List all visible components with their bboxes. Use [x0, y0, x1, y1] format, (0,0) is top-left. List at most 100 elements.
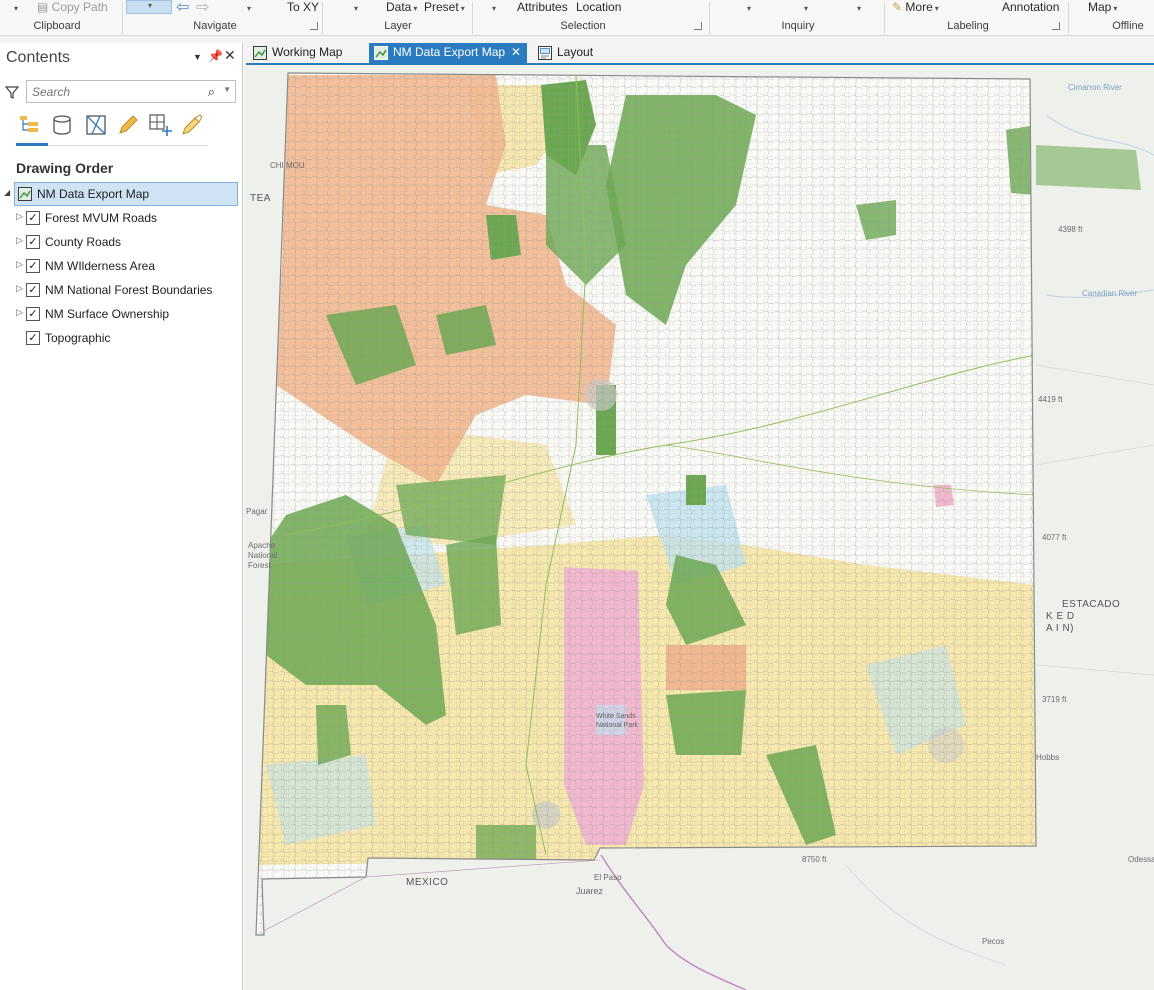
layer-visibility-checkbox[interactable]: ✓ — [26, 283, 40, 297]
search-input[interactable] — [27, 81, 187, 102]
label-canadian-river: Canadian River — [1082, 289, 1138, 298]
navigate-group-label: Navigate — [193, 20, 237, 32]
expand-icon[interactable]: ▷ — [16, 235, 23, 246]
navigate-dropdown[interactable]: ▾ — [245, 0, 251, 16]
label-pecos: Pecos — [982, 937, 1005, 946]
labeling-launcher-icon[interactable] — [1052, 22, 1060, 30]
inquiry-dropdown-3[interactable]: ▾ — [855, 0, 861, 16]
annotation-button[interactable]: Annotation — [1002, 0, 1059, 16]
drawing-order-heading: Drawing Order — [16, 160, 114, 176]
layer-nm-wilderness-area[interactable]: ▷ ✓ NM WIlderness Area — [0, 256, 240, 278]
list-by-labeling-icon[interactable] — [180, 113, 204, 137]
label-juarez: Juarez — [576, 886, 604, 896]
copy-path-button[interactable]: ▤ Copy Path — [37, 0, 108, 16]
contents-pane: Contents ▼ 📌 ✕ ⌕ ▼ — [0, 43, 243, 990]
forward-arrow-icon[interactable]: ⇨ — [196, 0, 209, 17]
map-node[interactable]: NM Data Export Map — [14, 182, 238, 206]
layer-county-roads[interactable]: ▷ ✓ County Roads — [0, 232, 240, 254]
contents-search: ⌕ ▼ — [26, 80, 236, 103]
offline-map-button[interactable]: Map ▾ — [1088, 0, 1117, 16]
ribbon-separator — [884, 2, 885, 34]
close-icon[interactable]: ✕ — [224, 47, 236, 64]
list-by-data-source-icon[interactable] — [50, 113, 74, 137]
select-by-location-button[interactable]: Location — [576, 0, 621, 16]
inquiry-dropdown-1[interactable]: ▾ — [745, 0, 751, 16]
data-button[interactable]: Data ▾ — [386, 0, 417, 16]
layer-label: County Roads — [45, 235, 122, 249]
list-by-drawing-order-icon[interactable] — [18, 113, 42, 137]
layer-visibility-checkbox[interactable]: ✓ — [26, 211, 40, 225]
clipboard-group-label: Clipboard — [33, 20, 81, 32]
tab-layout[interactable]: Layout — [533, 43, 599, 64]
layer-visibility-checkbox[interactable]: ✓ — [26, 235, 40, 249]
tab-working-map[interactable]: Working Map — [248, 43, 348, 64]
expand-icon[interactable]: ▷ — [16, 283, 23, 294]
label-elev-8750: 8750 ft — [802, 855, 827, 864]
label-hobbs: Hobbs — [1036, 753, 1060, 762]
selection-launcher-icon[interactable] — [694, 22, 702, 30]
layer-label: NM National Forest Boundaries — [45, 283, 213, 297]
active-tool-indicator — [16, 143, 48, 146]
layer-visibility-checkbox[interactable]: ✓ — [26, 259, 40, 273]
list-by-selection-icon[interactable] — [84, 113, 108, 137]
layer-visibility-checkbox[interactable]: ✓ — [26, 307, 40, 321]
national-grassland — [1036, 145, 1141, 190]
layer-visibility-checkbox[interactable]: ✓ — [26, 331, 40, 345]
label-national-park: National Park — [596, 722, 639, 729]
select-by-attributes-button[interactable]: Attributes — [517, 0, 568, 16]
layer-topographic[interactable]: ✓ Topographic — [0, 328, 240, 350]
labeling-group-label: Labeling — [947, 20, 989, 32]
list-by-editing-icon[interactable] — [116, 113, 140, 137]
label-elev-4398: 4398 ft — [1058, 225, 1083, 234]
map-canvas[interactable] — [246, 65, 1154, 990]
label-staked: K E D — [1046, 611, 1075, 622]
layer-dropdown[interactable]: ▾ — [352, 0, 358, 16]
layout-icon — [538, 46, 552, 60]
tab-nm-data-export-map[interactable]: NM Data Export Map ✕ — [369, 43, 528, 64]
layer-label: Forest MVUM Roads — [45, 211, 158, 225]
expand-icon[interactable]: ▷ — [16, 211, 23, 222]
search-icon[interactable]: ⌕ — [208, 84, 215, 100]
label-pagar: Pagar — [246, 507, 268, 516]
back-arrow-icon[interactable]: ⇦ — [176, 0, 189, 17]
selection-group-label: Selection — [560, 20, 606, 32]
label-elev-4419: 4419 ft — [1038, 395, 1063, 404]
label-pen-icon: ✎ — [892, 0, 903, 14]
expand-icon[interactable]: ▷ — [16, 259, 23, 270]
filter-icon[interactable] — [5, 85, 19, 99]
ribbon: ▾ ▤ Copy Path Clipboard ▾ ⇦ ⇨ ▾ To XY Na… — [0, 0, 1154, 36]
layer-forest-mvum-roads[interactable]: ▷ ✓ Forest MVUM Roads — [0, 208, 240, 230]
expand-icon[interactable]: ▷ — [16, 307, 23, 318]
ribbon-separator — [472, 2, 473, 34]
copy-path-icon: ▤ — [37, 0, 52, 14]
list-by-snapping-icon[interactable] — [148, 113, 172, 137]
label-national: National — [248, 551, 278, 560]
pane-options-icon[interactable]: ▼ — [193, 52, 202, 62]
map-view[interactable]: MEXICO Juarez El Paso Pecos Odessa Hobbs… — [246, 65, 1154, 990]
pin-icon[interactable]: 📌 — [208, 49, 223, 63]
label-apache: Apache — [248, 541, 276, 550]
preset-button[interactable]: Preset ▾ — [424, 0, 465, 16]
inquiry-group-label: Inquiry — [781, 20, 815, 32]
selection-dropdown[interactable]: ▾ — [490, 0, 496, 16]
ribbon-separator — [122, 2, 123, 34]
ribbon-separator — [322, 2, 323, 34]
more-button[interactable]: ✎ More ▾ — [892, 0, 939, 16]
label-estacado: ESTACADO — [1062, 599, 1121, 610]
layer-group-label: Layer — [384, 20, 412, 32]
clipboard-dropdown[interactable]: ▾ — [12, 0, 18, 16]
search-dropdown-icon[interactable]: ▼ — [223, 85, 231, 94]
collapse-map-icon[interactable]: ◢ — [4, 188, 10, 197]
navigate-active-tool[interactable]: ▾ — [126, 0, 172, 14]
layer-nm-surface-ownership[interactable]: ▷ ✓ NM Surface Ownership — [0, 304, 240, 326]
close-tab-icon[interactable]: ✕ — [511, 45, 521, 59]
view-tabs: Working Map NM Data Export Map ✕ Layout — [246, 43, 1154, 64]
to-xy-button[interactable]: To XY — [287, 0, 319, 16]
navigate-launcher-icon[interactable] — [310, 22, 318, 30]
layer-nm-national-forest-boundaries[interactable]: ▷ ✓ NM National Forest Boundaries — [0, 280, 240, 302]
inquiry-dropdown-2[interactable]: ▾ — [802, 0, 808, 16]
label-tea: TEA — [250, 193, 271, 204]
map-icon — [253, 46, 267, 60]
map-icon — [18, 187, 32, 201]
contents-title: Contents — [6, 49, 71, 66]
